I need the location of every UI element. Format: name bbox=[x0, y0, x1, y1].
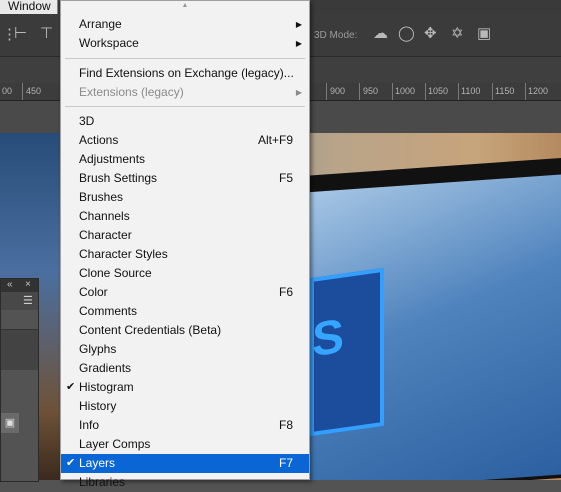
menu-item-label: 3D bbox=[79, 114, 95, 128]
floating-panel: « × ☰ ▣ bbox=[0, 278, 39, 482]
align-center-icon[interactable]: ⊤ bbox=[40, 26, 53, 42]
menu-item-libraries[interactable]: Libraries bbox=[61, 473, 309, 492]
menu-item-label: Color bbox=[79, 285, 108, 299]
menu-item-channels[interactable]: Channels bbox=[61, 207, 309, 226]
menu-item-layer-comps[interactable]: Layer Comps bbox=[61, 435, 309, 454]
window-menu[interactable]: Window bbox=[0, 0, 58, 14]
menu-item-label: Glyphs bbox=[79, 342, 117, 356]
ruler-label: 950 bbox=[363, 86, 379, 96]
submenu-arrow-icon: ▶ bbox=[295, 20, 302, 29]
menu-item-content-credentials-beta[interactable]: Content Credentials (Beta) bbox=[61, 321, 309, 340]
submenu-arrow-icon: ▶ bbox=[295, 88, 302, 97]
panel-tab-row: ☰ bbox=[1, 292, 38, 310]
window-dropdown-menu: ▲ Arrange ▶ Workspace ▶ Find Extensions on… bbox=[60, 0, 310, 489]
ruler-label: 1200 bbox=[528, 86, 549, 96]
menu-item-label: Clone Source bbox=[79, 266, 152, 280]
menu-item-find-extensions[interactable]: Find Extensions on Exchange (legacy)... bbox=[61, 64, 309, 83]
scroll-up-arrow-icon[interactable]: ▲ bbox=[61, 1, 309, 11]
menu-item-label: Actions bbox=[79, 133, 119, 147]
menu-item-label: Histogram bbox=[79, 380, 134, 394]
menu-item-character[interactable]: Character bbox=[61, 226, 309, 245]
menu-separator bbox=[65, 106, 305, 107]
menu-item-gradients[interactable]: Gradients bbox=[61, 359, 309, 378]
menu-item-label: Brush Settings bbox=[79, 171, 158, 185]
menu-item-info[interactable]: Info F8 bbox=[61, 416, 309, 435]
menu-separator bbox=[65, 58, 305, 59]
menu-item-label: Adjustments bbox=[79, 152, 146, 166]
menu-item-shortcut: Alt+F9 bbox=[257, 133, 293, 147]
panel-row bbox=[1, 329, 38, 370]
pan-icon[interactable]: ✥ bbox=[424, 26, 437, 42]
orbit-icon[interactable]: ☁ bbox=[373, 26, 388, 42]
ruler-label: 00 bbox=[2, 86, 13, 96]
menu-item-arrange[interactable]: Arrange ▶ bbox=[61, 15, 309, 34]
menu-item-label: Channels bbox=[79, 209, 130, 223]
menu-item-layers[interactable]: ✔ Layers F7 bbox=[61, 454, 309, 473]
menu-item-color[interactable]: Color F6 bbox=[61, 283, 309, 302]
menu-item-3d[interactable]: 3D bbox=[61, 112, 309, 131]
menu-item-label: Content Credentials (Beta) bbox=[79, 323, 222, 337]
camera-icon[interactable]: ▣ bbox=[477, 26, 491, 42]
submenu-arrow-icon: ▶ bbox=[295, 39, 302, 48]
menu-item-actions[interactable]: Actions Alt+F9 bbox=[61, 131, 309, 150]
menu-item-shortcut: F5 bbox=[278, 171, 293, 185]
photoshop-logo-letter: S bbox=[312, 309, 345, 368]
menu-item-label: Gradients bbox=[79, 361, 132, 375]
ruler-label: 1050 bbox=[428, 86, 449, 96]
ruler-label: 450 bbox=[26, 86, 42, 96]
ruler-label: 1100 bbox=[461, 86, 481, 96]
menu-item-label: Info bbox=[79, 418, 100, 432]
3d-mode-label: 3D Mode: bbox=[314, 30, 358, 41]
menu-item-shortcut: F6 bbox=[278, 285, 293, 299]
menu-item-workspace[interactable]: Workspace ▶ bbox=[61, 34, 309, 53]
menu-item-adjustments[interactable]: Adjustments bbox=[61, 150, 309, 169]
menu-item-shortcut: F8 bbox=[278, 418, 293, 432]
menu-item-shortcut: F7 bbox=[278, 456, 293, 470]
menu-item-extensions-legacy: Extensions (legacy) ▶ bbox=[61, 83, 309, 102]
menu-item-character-styles[interactable]: Character Styles bbox=[61, 245, 309, 264]
menu-item-clone-source[interactable]: Clone Source bbox=[61, 264, 309, 283]
ruler-label: 1000 bbox=[395, 86, 416, 96]
panel-header: « × bbox=[1, 279, 38, 292]
collapse-icon[interactable]: « bbox=[7, 279, 13, 291]
menu-item-glyphs[interactable]: Glyphs bbox=[61, 340, 309, 359]
ruler-label: 1150 bbox=[495, 86, 515, 96]
menu-item-label: Comments bbox=[79, 304, 138, 318]
menu-item-comments[interactable]: Comments bbox=[61, 302, 309, 321]
slide-icon[interactable]: ✡ bbox=[451, 26, 464, 42]
menu-item-label: Libraries bbox=[79, 475, 126, 489]
menu-item-histogram[interactable]: ✔ Histogram bbox=[61, 378, 309, 397]
menu-item-label: History bbox=[79, 399, 117, 413]
menu-item-label: Character Styles bbox=[79, 247, 168, 261]
checkmark-icon: ✔ bbox=[66, 381, 76, 393]
checkmark-icon: ✔ bbox=[66, 457, 76, 469]
ruler-label: 900 bbox=[330, 86, 346, 96]
menu-item-brushes[interactable]: Brushes bbox=[61, 188, 309, 207]
menu-item-label: Layer Comps bbox=[79, 437, 151, 451]
close-icon[interactable]: × bbox=[25, 279, 31, 291]
lock-icon[interactable]: ▣ bbox=[1, 413, 19, 433]
align-left-icon[interactable]: ⊢ bbox=[14, 26, 27, 42]
panel-menu-icon[interactable]: ☰ bbox=[23, 294, 33, 307]
menu-item-label: Layers bbox=[79, 456, 116, 470]
menu-item-label: Character bbox=[79, 228, 132, 242]
menu-item-history[interactable]: History bbox=[61, 397, 309, 416]
menu-item-brush-settings[interactable]: Brush Settings F5 bbox=[61, 169, 309, 188]
menu-item-label: Brushes bbox=[79, 190, 124, 204]
roll-icon[interactable]: ◯ bbox=[398, 26, 415, 42]
